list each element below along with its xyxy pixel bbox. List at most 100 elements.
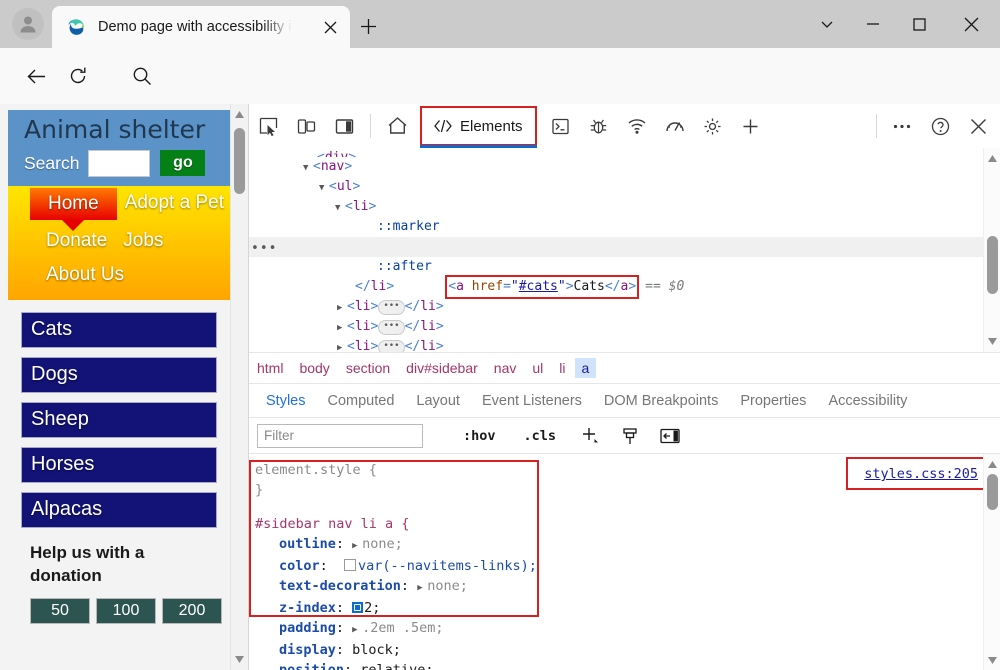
expand-ellipsis-icon[interactable]: •••: [378, 300, 405, 315]
back-button[interactable]: [22, 62, 50, 90]
scroll-down-arrow-icon[interactable]: [231, 651, 248, 668]
scroll-up-arrow-icon[interactable]: [984, 150, 1000, 167]
more-tools-dots-icon[interactable]: [886, 111, 918, 141]
maximize-button[interactable]: [896, 0, 942, 48]
color-swatch-icon[interactable]: [344, 559, 357, 571]
property-name[interactable]: padding: [279, 620, 336, 636]
tab-actions-chevron-button[interactable]: [804, 0, 850, 48]
breadcrumb-item-ul[interactable]: ul: [525, 358, 550, 378]
menu-item-about-us[interactable]: About Us: [38, 260, 132, 290]
minimize-button[interactable]: [850, 0, 896, 48]
tab-styles[interactable]: Styles: [255, 389, 317, 413]
nav-item-dogs[interactable]: Dogs: [21, 356, 217, 393]
property-value[interactable]: 2;: [364, 600, 380, 616]
scrollbar-thumb[interactable]: [987, 236, 998, 294]
property-name[interactable]: outline: [279, 536, 336, 552]
tab-layout[interactable]: Layout: [405, 389, 471, 413]
menu-item-jobs[interactable]: Jobs: [115, 226, 171, 256]
tab-event-listeners[interactable]: Event Listeners: [471, 389, 593, 413]
breadcrumb-item-html[interactable]: html: [250, 358, 290, 378]
scroll-down-arrow-icon[interactable]: [984, 333, 1000, 350]
inspect-element-icon[interactable]: [252, 111, 284, 141]
property-value[interactable]: block;: [352, 642, 401, 658]
breadcrumb-item-section[interactable]: section: [339, 358, 397, 378]
row-context-dots-icon[interactable]: •••: [251, 239, 277, 259]
declaration-color[interactable]: color: var(--navitems-links);: [255, 556, 1000, 576]
property-value[interactable]: var(--navitems-links);: [358, 558, 537, 574]
property-name[interactable]: position: [279, 662, 344, 670]
property-name[interactable]: color: [279, 558, 320, 574]
tab-computed[interactable]: Computed: [317, 389, 406, 413]
property-value[interactable]: none;: [427, 578, 468, 594]
performance-icon[interactable]: [659, 111, 691, 141]
declaration-outline[interactable]: outline: ▶ none;: [255, 534, 1000, 556]
scrollbar-thumb[interactable]: [234, 128, 245, 194]
window-close-button[interactable]: [942, 0, 1000, 48]
hov-states-button[interactable]: :hov: [455, 428, 504, 444]
breadcrumb-item-body[interactable]: body: [292, 358, 336, 378]
search-input[interactable]: [88, 149, 151, 177]
menu-item-home[interactable]: Home: [30, 187, 117, 220]
home-icon[interactable]: [381, 111, 413, 141]
nav-item-sheep[interactable]: Sheep: [21, 401, 217, 438]
declaration-text-decoration[interactable]: text-decoration: ▶ none;: [255, 576, 1000, 598]
reload-button[interactable]: [64, 62, 92, 90]
donate-amount-50[interactable]: 50: [30, 597, 90, 624]
declaration-z-index[interactable]: z-index: 2;: [255, 598, 1000, 618]
dom-row-marker-pseudo[interactable]: ::marker: [249, 217, 1000, 237]
declaration-position[interactable]: position: relative;: [255, 660, 1000, 670]
rule-selector[interactable]: #sidebar nav li a {: [255, 514, 1000, 534]
console-icon[interactable]: [545, 111, 577, 141]
help-question-icon[interactable]: [924, 111, 956, 141]
property-name[interactable]: text-decoration: [279, 578, 401, 594]
dom-row-after-pseudo[interactable]: ::after: [249, 257, 1000, 277]
tab-properties[interactable]: Properties: [729, 389, 817, 413]
menu-item-adopt-a-pet[interactable]: Adopt a Pet: [117, 188, 232, 218]
dom-tree-scrollbar[interactable]: [983, 148, 1000, 352]
expand-ellipsis-icon[interactable]: •••: [378, 320, 405, 335]
dom-tree-pane[interactable]: <div> ▼<nav> ▼<ul> ▼<li> ::marker ••• <a…: [249, 148, 1000, 352]
breadcrumb-item-li[interactable]: li: [552, 358, 572, 378]
dom-row-nav-open[interactable]: ▼ <nav>: [249, 157, 1000, 177]
declaration-padding[interactable]: padding: ▶ .2em .5em;: [255, 618, 1000, 640]
cls-classes-button[interactable]: .cls: [516, 428, 565, 444]
print-media-icon[interactable]: [616, 423, 644, 449]
nav-item-horses[interactable]: Horses: [21, 446, 217, 483]
scroll-down-arrow-icon[interactable]: [984, 652, 1000, 669]
dom-row-li-collapsed-1[interactable]: ▶ <li> ••• </li>: [249, 297, 1000, 317]
browser-tab[interactable]: Demo page with accessibility issu: [52, 6, 350, 48]
expand-triangle-icon[interactable]: ▶: [352, 536, 362, 556]
styles-scrollbar[interactable]: [983, 454, 1000, 670]
tab-dom-breakpoints[interactable]: DOM Breakpoints: [593, 389, 729, 413]
device-emulation-icon[interactable]: [290, 111, 322, 141]
declaration-display[interactable]: display: block;: [255, 640, 1000, 660]
donate-amount-100[interactable]: 100: [96, 597, 156, 624]
sidebar-nav-li-a-rule[interactable]: #sidebar nav li a { outline: ▶ none; colo…: [255, 514, 1000, 670]
sources-debugger-icon[interactable]: [583, 111, 615, 141]
dom-row-li-collapsed-2[interactable]: ▶ <li> ••• </li>: [249, 317, 1000, 337]
dock-side-icon[interactable]: [328, 111, 360, 141]
dom-row-selected-anchor[interactable]: ••• <a href="#cats">Cats</a> == $0: [249, 237, 1000, 294]
close-devtools-icon[interactable]: [962, 111, 994, 141]
breadcrumb-item-nav[interactable]: nav: [487, 358, 524, 378]
property-value[interactable]: .2em .5em;: [362, 620, 443, 636]
property-value[interactable]: relative;: [360, 662, 433, 670]
dom-row-ul-open[interactable]: ▼ <ul>: [249, 177, 1000, 197]
property-name[interactable]: z-index: [279, 600, 336, 616]
expand-triangle-icon[interactable]: ▶: [417, 578, 427, 598]
scroll-up-arrow-icon[interactable]: [984, 456, 1000, 473]
breadcrumb-item-div-sidebar[interactable]: div#sidebar: [399, 358, 485, 378]
breadcrumb-item-a[interactable]: a: [574, 358, 597, 378]
tab-close-button[interactable]: [320, 17, 340, 37]
donate-amount-200[interactable]: 200: [162, 597, 222, 624]
scroll-up-arrow-icon[interactable]: [231, 106, 248, 123]
expand-ellipsis-icon[interactable]: •••: [378, 340, 405, 352]
property-value[interactable]: none;: [362, 536, 403, 552]
new-tab-button[interactable]: [356, 14, 380, 38]
z-index-cube-icon[interactable]: [352, 602, 364, 613]
application-gear-icon[interactable]: [697, 111, 729, 141]
tab-elements[interactable]: Elements: [420, 108, 537, 148]
dom-row-li-open[interactable]: ▼ <li>: [249, 197, 1000, 217]
nav-item-alpacas[interactable]: Alpacas: [21, 491, 217, 528]
nav-item-cats[interactable]: Cats: [21, 311, 217, 348]
